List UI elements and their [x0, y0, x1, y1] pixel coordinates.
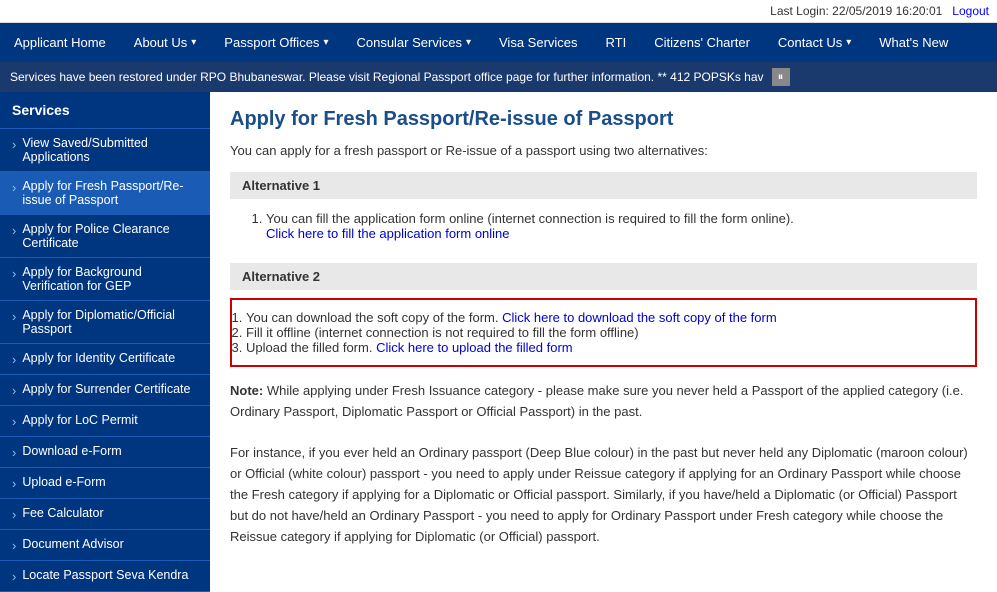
ticker-text: Services have been restored under RPO Bh…	[10, 70, 764, 84]
alternative2-content: You can download the soft copy of the fo…	[230, 298, 977, 367]
bullet-icon: ›	[12, 476, 16, 491]
bullet-icon: ›	[12, 180, 16, 195]
sidebar-title: Services	[0, 92, 210, 129]
logout-link[interactable]: Logout	[952, 4, 989, 18]
nav-whats-new[interactable]: What's New	[865, 23, 962, 62]
bullet-icon: ›	[12, 309, 16, 324]
note-section: Note: While applying under Fresh Issuanc…	[230, 381, 977, 547]
sidebar-item-identity-certificate[interactable]: › Apply for Identity Certificate	[0, 344, 210, 375]
chevron-down-icon: ▾	[323, 37, 328, 48]
sidebar-item-locate-passport[interactable]: › Locate Passport Seva Kendra	[0, 561, 210, 592]
bullet-icon: ›	[12, 507, 16, 522]
nav-citizens-charter[interactable]: Citizens' Charter	[640, 23, 764, 62]
main-content: Apply for Fresh Passport/Re-issue of Pas…	[210, 92, 997, 592]
note-para1: Note: While applying under Fresh Issuanc…	[230, 381, 977, 423]
bullet-icon: ›	[12, 569, 16, 584]
alt2-item1: You can download the soft copy of the fo…	[246, 310, 961, 325]
fill-form-online-link[interactable]: Click here to fill the application form …	[266, 226, 510, 241]
bullet-icon: ›	[12, 538, 16, 553]
bullet-icon: ›	[12, 414, 16, 429]
bullet-icon: ›	[12, 223, 16, 238]
nav-visa-services[interactable]: Visa Services	[485, 23, 592, 62]
last-login-text: Last Login: 22/05/2019 16:20:01	[770, 4, 942, 18]
alt2-item3: Upload the filled form. Click here to up…	[246, 340, 961, 355]
page-title: Apply for Fresh Passport/Re-issue of Pas…	[230, 108, 977, 131]
ticker-pause-button[interactable]: ⏸	[772, 68, 790, 86]
alternative1-content: You can fill the application form online…	[230, 207, 977, 249]
bullet-icon: ›	[12, 266, 16, 281]
alt1-item1: You can fill the application form online…	[266, 211, 977, 241]
main-layout: Services › View Saved/Submitted Applicat…	[0, 92, 997, 592]
alt2-item2: Fill it offline (internet connection is …	[246, 325, 961, 340]
nav-contact-us[interactable]: Contact Us ▾	[764, 23, 865, 62]
sidebar-item-surrender-certificate[interactable]: › Apply for Surrender Certificate	[0, 375, 210, 406]
bullet-icon: ›	[12, 445, 16, 460]
sidebar-item-background-verification[interactable]: › Apply for Background Verification for …	[0, 258, 210, 301]
nav-consular-services[interactable]: Consular Services ▾	[342, 23, 485, 62]
bullet-icon: ›	[12, 137, 16, 152]
note-para2: For instance, if you ever held an Ordina…	[230, 443, 977, 547]
top-bar: Last Login: 22/05/2019 16:20:01 Logout	[0, 0, 997, 23]
sidebar-item-police-clearance[interactable]: › Apply for Police Clearance Certificate	[0, 215, 210, 258]
sidebar-item-download-eform[interactable]: › Download e-Form	[0, 437, 210, 468]
ticker-bar: Services have been restored under RPO Bh…	[0, 62, 997, 92]
sidebar-item-document-advisor[interactable]: › Document Advisor	[0, 530, 210, 561]
sidebar-item-upload-eform[interactable]: › Upload e-Form	[0, 468, 210, 499]
sidebar-item-fresh-passport[interactable]: › Apply for Fresh Passport/Re-issue of P…	[0, 172, 210, 215]
alternative2-heading: Alternative 2	[230, 263, 977, 290]
sidebar: Services › View Saved/Submitted Applicat…	[0, 92, 210, 592]
sidebar-item-diplomatic-passport[interactable]: › Apply for Diplomatic/Official Passport	[0, 301, 210, 344]
sidebar-item-view-saved[interactable]: › View Saved/Submitted Applications	[0, 129, 210, 172]
bullet-icon: ›	[12, 352, 16, 367]
nav-applicant-home[interactable]: Applicant Home	[0, 23, 120, 62]
sidebar-item-loc-permit[interactable]: › Apply for LoC Permit	[0, 406, 210, 437]
nav-about-us[interactable]: About Us ▾	[120, 23, 211, 62]
chevron-down-icon: ▾	[466, 37, 471, 48]
nav-passport-offices[interactable]: Passport Offices ▾	[210, 23, 342, 62]
nav-rti[interactable]: RTI	[592, 23, 641, 62]
bullet-icon: ›	[12, 383, 16, 398]
sidebar-item-fee-calculator[interactable]: › Fee Calculator	[0, 499, 210, 530]
upload-form-link[interactable]: Click here to upload the filled form	[376, 340, 573, 355]
main-nav: Applicant Home About Us ▾ Passport Offic…	[0, 23, 997, 62]
alternative1-heading: Alternative 1	[230, 172, 977, 199]
chevron-down-icon: ▾	[191, 37, 196, 48]
chevron-down-icon: ▾	[846, 37, 851, 48]
content-intro: You can apply for a fresh passport or Re…	[230, 143, 977, 158]
download-form-link[interactable]: Click here to download the soft copy of …	[502, 310, 777, 325]
